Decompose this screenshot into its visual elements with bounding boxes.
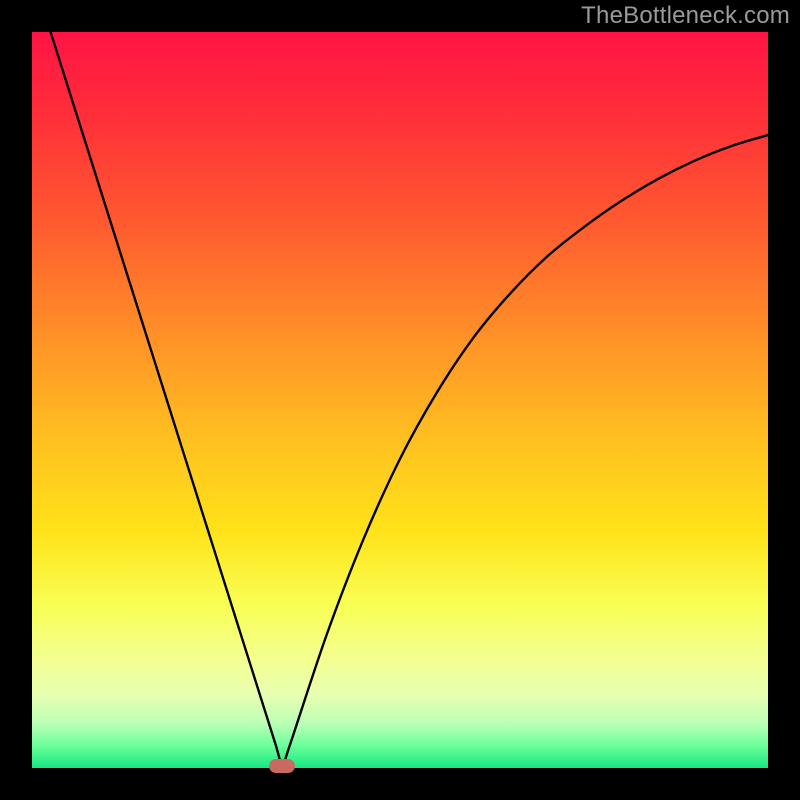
optimum-marker <box>269 759 295 773</box>
chart-frame: TheBottleneck.com <box>0 0 800 800</box>
plot-area <box>32 32 768 768</box>
chart-svg <box>32 32 768 768</box>
bottleneck-curve <box>32 0 768 765</box>
watermark-label: TheBottleneck.com <box>581 2 790 30</box>
